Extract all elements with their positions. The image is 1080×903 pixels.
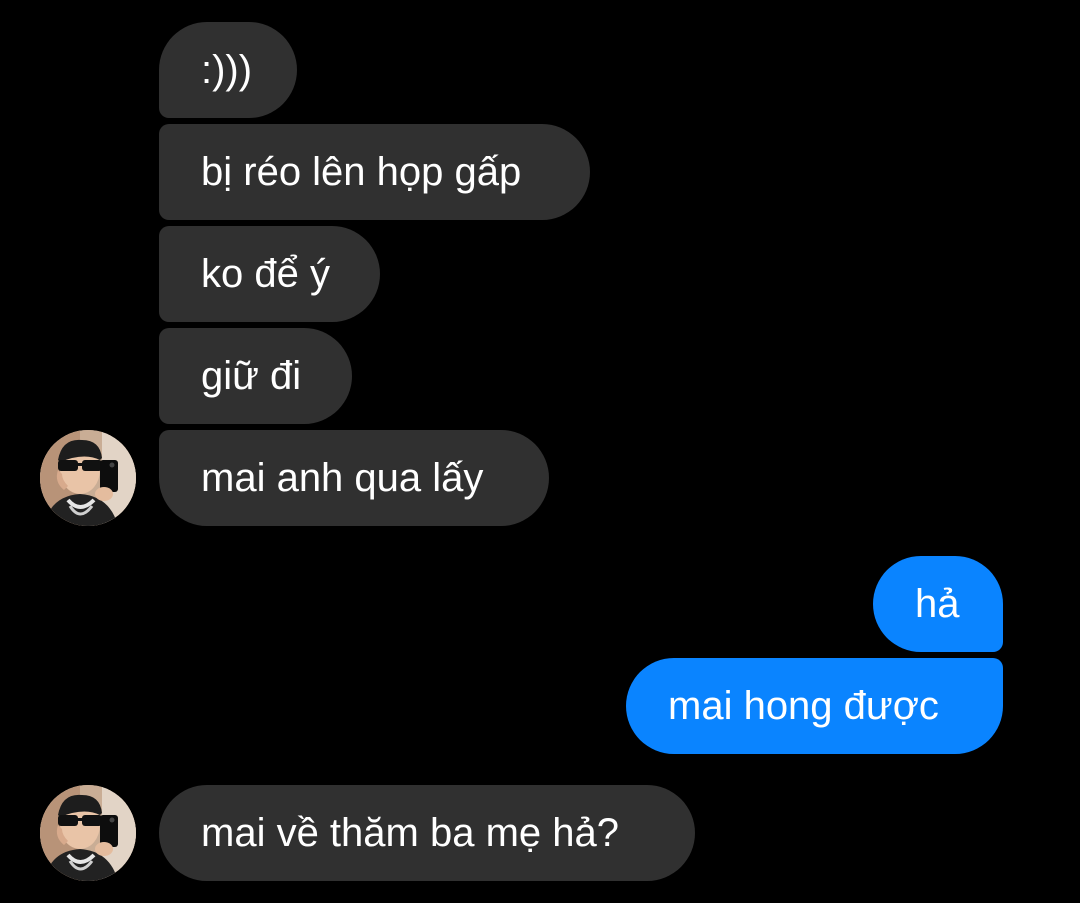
message-bubble-incoming[interactable]: ko để ý — [159, 226, 380, 322]
contact-avatar[interactable] — [40, 430, 136, 526]
message-bubble-outgoing[interactable]: hả — [873, 556, 1003, 652]
message-bubble-outgoing[interactable]: mai hong được — [626, 658, 1003, 754]
avatar-photo-icon — [40, 785, 136, 881]
message-bubble-incoming[interactable]: :))) — [159, 22, 297, 118]
message-bubble-incoming[interactable]: mai về thăm ba mẹ hả? — [159, 785, 695, 881]
avatar-photo-icon — [40, 430, 136, 526]
message-bubble-incoming[interactable]: mai anh qua lấy — [159, 430, 549, 526]
message-bubble-incoming[interactable]: bị réo lên họp gấp — [159, 124, 590, 220]
contact-avatar[interactable] — [40, 785, 136, 881]
message-bubble-incoming[interactable]: giữ đi — [159, 328, 352, 424]
